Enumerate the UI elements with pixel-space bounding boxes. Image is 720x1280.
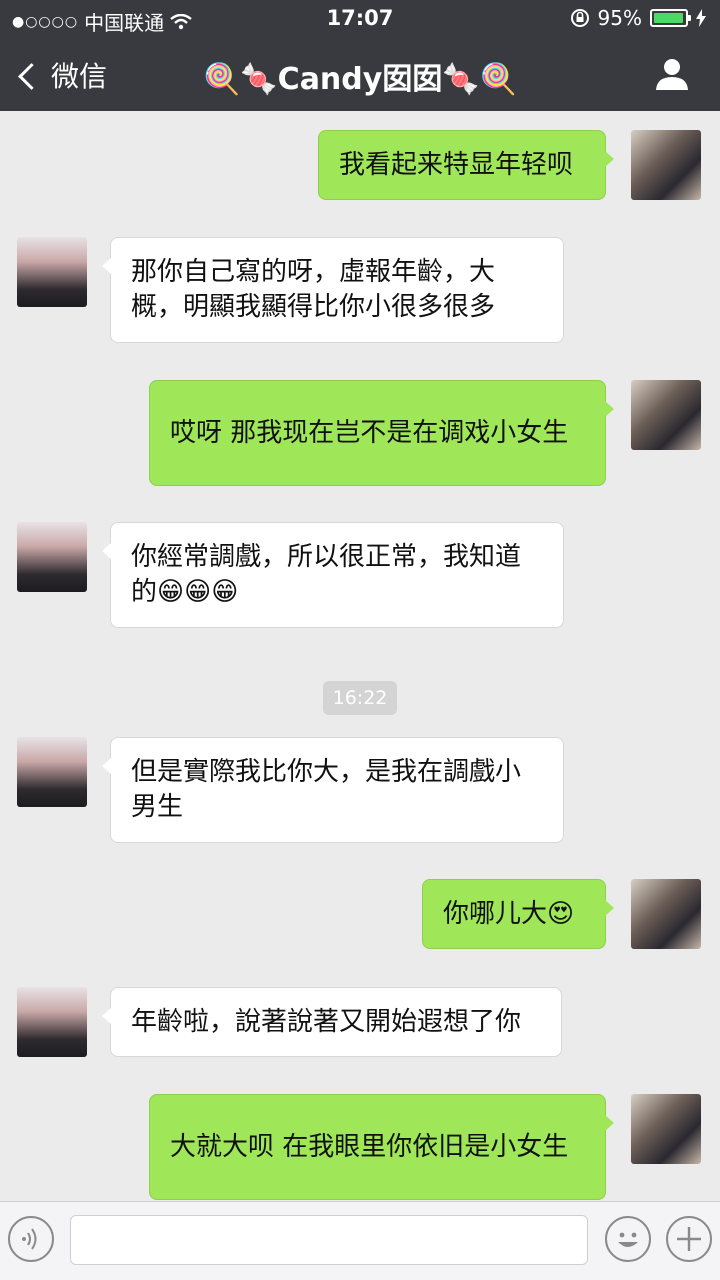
contact-message-bubble[interactable]: 那你自己寫的呀，虛報年齡，大概，明顯我顯得比你小很多很多 [102,237,564,343]
my-avatar[interactable] [631,879,701,949]
contact-avatar[interactable] [17,522,87,592]
top-bar: ●○○○○ 中国联通 17:07 95% 微信 🍭🍬Candy囡囡🍬🍭 [0,0,720,111]
plus-icon [677,1227,701,1251]
my-message-bubble[interactable]: 哎呀 那我现在岂不是在调戏小女生 [149,380,614,486]
timestamp-divider: 16:22 [323,681,397,715]
contact-avatar[interactable] [17,737,87,807]
message-text: 年齡啦，說著說著又開始遐想了你 [131,1006,522,1037]
input-bar [0,1201,720,1280]
rotation-lock-icon [570,9,589,27]
message-text: 哎呀 那我现在岂不是在调戏小女生 [170,417,569,448]
my-message-bubble[interactable]: 大就大呗 在我眼里你依旧是小女生 [149,1094,614,1200]
my-avatar[interactable] [631,380,701,450]
message-text: 你哪儿大😍 [443,898,575,929]
chat-area[interactable]: 我看起来特显年轻呗 那你自己寫的呀，虛報年齡，大概，明顯我顯得比你小很多很多 哎… [0,111,720,1201]
plus-button[interactable] [666,1216,712,1262]
chat-title: 🍭🍬Candy囡囡🍬🍭 [202,62,518,97]
battery-fill [654,13,683,23]
my-message-bubble[interactable]: 你哪儿大😍 [422,879,614,949]
message-text: 我看起来特显年轻呗 [339,149,574,180]
voice-icon [22,1228,37,1250]
back-label: 微信 [51,60,108,93]
my-avatar[interactable] [631,130,701,200]
emoji-button[interactable] [605,1216,651,1262]
contact-message-bubble[interactable]: 年齡啦，說著說著又開始遐想了你 [102,987,562,1057]
message-input[interactable] [70,1215,588,1265]
contact-avatar[interactable] [17,987,87,1057]
my-message-bubble[interactable]: 我看起来特显年轻呗 [318,130,614,200]
chevron-left-icon [18,62,45,90]
charging-icon [696,9,706,27]
message-text: 但是實際我比你大，是我在調戲小男生 [131,757,522,822]
message-text: 你經常調戲，所以很正常，我知道的😁😁😁 [131,542,522,607]
status-bar: ●○○○○ 中国联通 17:07 95% [0,0,720,36]
contact-message-bubble[interactable]: 你經常調戲，所以很正常，我知道的😁😁😁 [102,522,564,628]
voice-button[interactable] [8,1216,54,1262]
back-button[interactable]: 微信 [18,55,108,95]
contact-message-bubble[interactable]: 但是實際我比你大，是我在調戲小男生 [102,737,564,843]
battery-percent: 95% [597,6,642,30]
my-avatar[interactable] [631,1094,701,1164]
emoji-icon [618,1232,638,1247]
nav-bar: 微信 🍭🍬Candy囡囡🍬🍭 [0,40,720,110]
battery-icon [650,9,691,27]
person-icon[interactable] [654,56,690,92]
contact-avatar[interactable] [17,237,87,307]
message-text: 大就大呗 在我眼里你依旧是小女生 [170,1131,569,1162]
message-text: 那你自己寫的呀，虛報年齡，大概，明顯我顯得比你小很多很多 [131,257,496,322]
